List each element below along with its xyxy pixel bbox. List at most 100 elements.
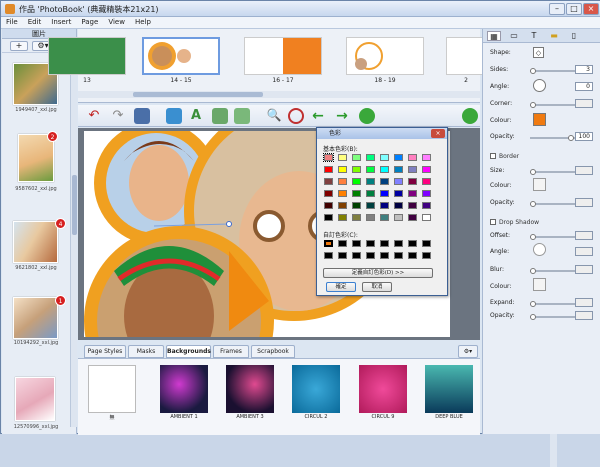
send-backward-icon[interactable] [234, 108, 250, 124]
shadow-angle-input[interactable] [575, 247, 593, 256]
color-swatch[interactable] [352, 214, 361, 221]
corner-input[interactable] [575, 99, 593, 108]
photo-thumb-2[interactable] [18, 134, 54, 182]
menu-insert[interactable]: Insert [46, 17, 76, 27]
color-swatch[interactable] [366, 202, 375, 209]
minimize-button[interactable]: – [549, 3, 565, 15]
tab-scrapbook[interactable]: Scrapbook [251, 345, 295, 358]
color-swatch[interactable] [408, 202, 417, 209]
color-swatch[interactable] [380, 178, 389, 185]
custom-color-swatch[interactable] [408, 252, 417, 259]
bg-deep-blue[interactable] [425, 365, 473, 413]
add-photo-button[interactable]: + [10, 41, 28, 51]
ok-button[interactable]: 確定 [326, 282, 356, 292]
color-swatch[interactable] [408, 166, 417, 173]
offset-knob[interactable] [530, 234, 536, 240]
shadow-checkbox[interactable] [490, 219, 496, 225]
color-swatch[interactable] [366, 154, 375, 161]
bg-none[interactable] [88, 365, 136, 413]
layout-tab-icon[interactable]: ▦ [487, 31, 501, 41]
border-colour-swatch[interactable] [533, 178, 546, 191]
custom-color-swatch[interactable] [366, 252, 375, 259]
photo-thumb-4[interactable] [13, 297, 58, 339]
custom-color-swatch[interactable] [408, 240, 417, 247]
dialog-close-button[interactable]: × [431, 129, 445, 138]
shadow-opacity-input[interactable] [575, 311, 593, 320]
page-thumb-16-17[interactable] [244, 37, 322, 75]
page-thumb-13[interactable] [48, 37, 126, 75]
color-swatch[interactable] [394, 202, 403, 209]
color-swatch[interactable] [338, 178, 347, 185]
color-swatch[interactable] [323, 153, 334, 162]
opacity-slider[interactable] [530, 135, 575, 141]
redo-icon[interactable]: ↷ [110, 108, 126, 124]
color-swatch[interactable] [366, 178, 375, 185]
strip-scroll-thumb[interactable] [133, 92, 263, 97]
corner-slider[interactable] [530, 102, 575, 108]
bg-circul-2[interactable] [292, 365, 340, 413]
color-swatch[interactable] [394, 166, 403, 173]
custom-color-swatch[interactable] [394, 240, 403, 247]
color-swatch[interactable] [338, 202, 347, 209]
gear-icon[interactable]: ⚙▾ [458, 345, 478, 358]
define-custom-colors-button[interactable]: 定義自訂色彩(D) >> [323, 268, 433, 278]
page-thumb-14-15[interactable] [142, 37, 220, 75]
shadow-opacity-knob[interactable] [530, 314, 536, 320]
bg-ambient-3[interactable] [226, 365, 274, 413]
menu-page[interactable]: Page [76, 17, 103, 27]
color-swatch[interactable] [324, 214, 333, 221]
sides-slider-knob[interactable] [530, 68, 536, 74]
color-swatch[interactable] [324, 178, 333, 185]
color-swatch[interactable] [380, 154, 389, 161]
expand-slider[interactable] [530, 301, 575, 307]
info-icon[interactable] [359, 108, 375, 124]
color-swatch[interactable] [338, 214, 347, 221]
page-thumb-18-19[interactable] [346, 37, 424, 75]
custom-color-swatch[interactable] [352, 240, 361, 247]
cart-icon[interactable] [462, 108, 478, 124]
expand-knob[interactable] [530, 301, 536, 307]
color-swatch[interactable] [422, 166, 431, 173]
save-icon[interactable] [134, 108, 150, 124]
color-swatch[interactable] [422, 178, 431, 185]
shape-picker[interactable]: ◇ [533, 47, 544, 58]
color-swatch[interactable] [324, 190, 333, 197]
tab-page-styles[interactable]: Page Styles [84, 345, 126, 358]
tab-frames[interactable]: Frames [213, 345, 249, 358]
border-opacity-slider[interactable] [530, 201, 575, 207]
menu-edit[interactable]: Edit [23, 17, 47, 27]
photo-thumb-3[interactable] [13, 221, 58, 263]
offset-input[interactable] [575, 231, 593, 240]
color-swatch[interactable] [394, 214, 403, 221]
corner-slider-knob[interactable] [530, 102, 536, 108]
size-input[interactable] [575, 166, 593, 175]
border-checkbox[interactable] [490, 153, 496, 159]
custom-color-swatch[interactable] [394, 252, 403, 259]
sides-slider[interactable] [530, 68, 575, 74]
custom-color-swatch[interactable] [338, 252, 347, 259]
menu-view[interactable]: View [103, 17, 130, 27]
page-thumb-20[interactable] [446, 37, 486, 75]
color-swatch[interactable] [338, 190, 347, 197]
color-swatch[interactable] [422, 214, 431, 221]
color-swatch[interactable] [422, 202, 431, 209]
tab-masks[interactable]: Masks [128, 345, 164, 358]
color-swatch[interactable] [422, 190, 431, 197]
shadow-angle-dial[interactable] [533, 243, 546, 256]
ruler-tab-icon[interactable]: ▬ [547, 31, 561, 41]
blur-slider[interactable] [530, 268, 575, 274]
photo-thumb-5[interactable] [15, 377, 55, 421]
border-opacity-input[interactable] [575, 198, 593, 207]
bg-ambient-1[interactable] [160, 365, 208, 413]
page-tab-icon[interactable]: ▯ [567, 31, 581, 41]
color-swatch[interactable] [380, 202, 389, 209]
color-swatch[interactable] [366, 190, 375, 197]
insert-text-icon[interactable]: A [188, 108, 204, 124]
color-swatch[interactable] [408, 214, 417, 221]
next-page-icon[interactable]: → [334, 108, 350, 124]
frame-tab-icon[interactable]: ▭ [507, 31, 521, 41]
sides-input[interactable]: 3 [575, 65, 593, 74]
custom-color-swatch[interactable] [324, 240, 333, 247]
color-swatch[interactable] [324, 202, 333, 209]
color-swatch[interactable] [394, 154, 403, 161]
